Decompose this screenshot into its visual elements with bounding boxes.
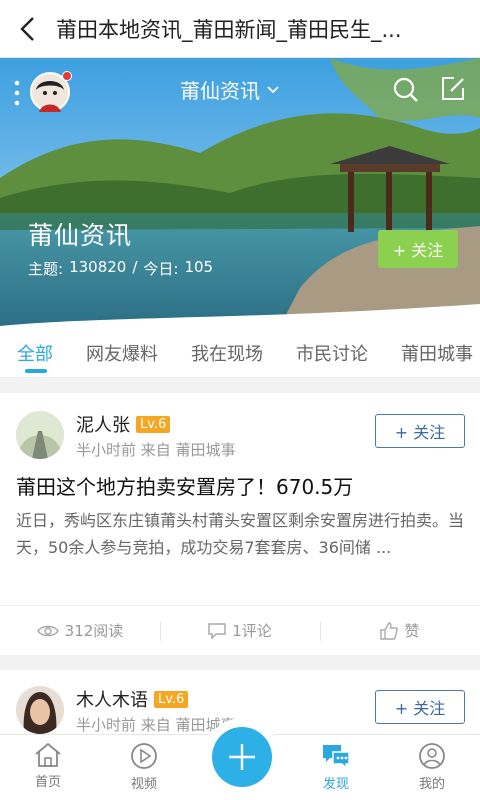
- nav-video[interactable]: 视频: [96, 735, 192, 800]
- user-avatar[interactable]: [30, 71, 72, 112]
- post-excerpt[interactable]: 近日，秀屿区东庄镇莆头村莆头安置区剩余安置房进行拍卖。当天，50余人参与竞拍，成…: [16, 507, 468, 561]
- nav-home[interactable]: 首页: [0, 735, 96, 800]
- compose-icon[interactable]: [440, 76, 466, 102]
- plus-icon: [229, 744, 255, 770]
- tab-user-reports[interactable]: 网友爆料: [86, 326, 158, 377]
- comment-button[interactable]: 1评论: [160, 606, 320, 655]
- comment-count-label: 1评论: [232, 622, 272, 640]
- thumbs-up-icon: [380, 621, 399, 640]
- community-name: 莆仙资讯: [28, 221, 133, 250]
- follow-user-button[interactable]: + 关注: [375, 690, 465, 724]
- nav-video-label: 视频: [130, 777, 157, 792]
- chat-bubbles-icon: [323, 745, 350, 770]
- comment-icon: [208, 622, 226, 639]
- stats-separator: /: [132, 258, 138, 276]
- post-title[interactable]: 莆田这个地方拍卖安置房了！670.5万: [16, 471, 353, 500]
- tab-on-site[interactable]: 我在现场: [191, 326, 263, 377]
- nav-discover-label: 发现: [322, 777, 349, 792]
- post-author: 木人木语 Lv.6: [76, 686, 189, 712]
- tab-discussion[interactable]: 市民讨论: [296, 326, 368, 377]
- post-card[interactable]: 泥人张 Lv.6 半小时前 来自 莆田城事 + 关注 莆田这个地方拍卖安置房了！…: [0, 393, 480, 655]
- community-switcher[interactable]: 莆仙资讯: [180, 75, 280, 104]
- chevron-down-icon: [267, 85, 279, 93]
- post-meta: 半小时前 来自 莆田城事: [76, 441, 236, 459]
- author-name[interactable]: 泥人张: [76, 411, 130, 437]
- avatar[interactable]: [16, 686, 64, 734]
- tab-city-affairs[interactable]: 莆田城事: [401, 326, 473, 377]
- nav-me-label: 我的: [418, 777, 445, 792]
- more-dots-icon[interactable]: [14, 80, 20, 106]
- nav-discover[interactable]: 发现: [288, 735, 384, 800]
- community-banner: 莆仙资讯 莆仙资讯 主题: 130820 / 今日: 105 + 关注: [0, 58, 480, 326]
- like-label: 赞: [404, 622, 420, 640]
- post-author: 泥人张 Lv.6: [76, 411, 171, 437]
- back-button[interactable]: [0, 0, 56, 58]
- notification-dot: [62, 71, 72, 81]
- level-badge: Lv.6: [154, 690, 189, 708]
- follow-community-button[interactable]: + 关注: [378, 230, 458, 268]
- play-circle-icon: [131, 743, 157, 769]
- top-bar: 莆田本地资讯_莆田新闻_莆田民生_...: [0, 0, 480, 58]
- eye-icon: [36, 625, 59, 636]
- today-count: 105: [184, 258, 214, 276]
- search-icon[interactable]: [392, 76, 420, 104]
- back-arrow-icon: [20, 16, 34, 41]
- post-actions: 312阅读 1评论 赞: [0, 605, 480, 655]
- read-count: 312阅读: [0, 606, 160, 655]
- today-label: 今日:: [143, 260, 179, 278]
- page-title: 莆田本地资讯_莆田新闻_莆田民生_...: [56, 17, 402, 42]
- topics-label: 主题:: [28, 260, 64, 278]
- nav-home-label: 首页: [34, 775, 61, 790]
- user-circle-icon: [419, 743, 445, 769]
- avatar[interactable]: [16, 411, 64, 459]
- tab-all[interactable]: 全部: [17, 326, 53, 377]
- read-count-label: 312阅读: [64, 622, 124, 640]
- follow-user-button[interactable]: + 关注: [375, 414, 465, 448]
- category-tabs: 全部 网友爆料 我在现场 市民讨论 莆田城事: [0, 326, 480, 378]
- avatar-image: [16, 686, 64, 734]
- author-name[interactable]: 木人木语: [76, 686, 148, 712]
- topics-count: 130820: [69, 258, 127, 276]
- level-badge: Lv.6: [136, 415, 171, 433]
- like-button[interactable]: 赞: [320, 606, 480, 655]
- nav-me[interactable]: 我的: [384, 735, 480, 800]
- community-stats: 主题: 130820 / 今日: 105: [28, 258, 213, 279]
- community-switcher-label: 莆仙资讯: [180, 79, 260, 103]
- publish-button[interactable]: [212, 727, 272, 787]
- home-icon: [35, 742, 61, 767]
- avatar-image: [16, 411, 64, 459]
